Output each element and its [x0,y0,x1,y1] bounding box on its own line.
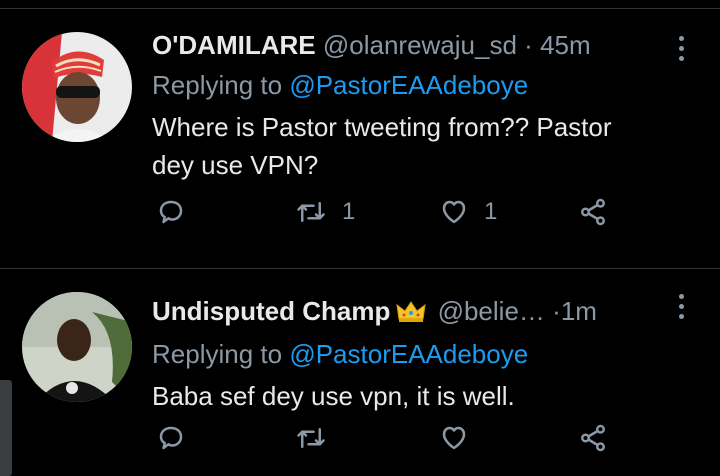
author-name[interactable]: Undisputed Champ [152,296,390,326]
like-button[interactable]: 1 [438,197,497,227]
author-handle[interactable]: @olanrewaju_sd [323,30,517,60]
tweet-header: O'DAMILARE @olanrewaju_sd · 45m [152,28,700,62]
retweet-count: 1 [342,198,356,225]
heart-icon [442,200,466,224]
tweet-text: Baba sef dey use vpn, it is well. [152,377,700,415]
heart-icon [442,426,466,450]
timestamp[interactable]: 45m [540,30,591,60]
share-button[interactable] [578,423,608,453]
share-button[interactable] [578,197,608,227]
tweet-content: O'DAMILARE @olanrewaju_sd · 45m Replying… [152,28,700,184]
avatar[interactable] [22,32,132,142]
retweet-icon [297,202,325,222]
tweet-text-line: dey use VPN? [152,150,319,180]
retweet-button[interactable]: 1 [294,197,355,227]
tweet-text: Where is Pastor tweeting from?? Pastor d… [152,108,700,184]
author-handle[interactable]: @belie… [438,296,545,326]
author-name[interactable]: O'DAMILARE [152,30,316,60]
replying-to-line: Replying to @PastorEAAdeboye [152,337,700,371]
separator-dot: · [524,30,533,60]
share-icon [581,424,605,452]
tweet[interactable]: O'DAMILARE @olanrewaju_sd · 45m Replying… [0,10,720,269]
avatar[interactable] [22,292,132,402]
retweet-button[interactable] [294,423,342,453]
scroll-handle[interactable] [0,380,12,476]
tweet[interactable]: Undisputed Champ @belie… ·1m Replying to… [0,270,720,476]
retweet-icon [297,428,325,448]
mention-link[interactable]: @PastorEAAdeboye [289,339,528,369]
timestamp[interactable]: 1m [561,296,597,326]
like-button[interactable] [438,423,484,453]
reply-icon [159,200,183,224]
tweet-text-line: Where is Pastor tweeting from?? Pastor [152,112,612,142]
replying-to-line: Replying to @PastorEAAdeboye [152,68,700,102]
tweet-text-line: Baba sef dey use vpn, it is well. [152,381,515,411]
reply-icon [159,426,183,450]
tweet-header: Undisputed Champ @belie… ·1m [152,294,700,331]
like-count: 1 [484,198,498,225]
reply-button[interactable] [156,197,186,227]
reply-button[interactable] [156,423,186,453]
replying-prefix: Replying to [152,339,283,369]
more-icon[interactable] [676,294,686,324]
mention-link[interactable]: @PastorEAAdeboye [289,70,528,100]
separator-dot: · [552,296,561,326]
replying-prefix: Replying to [152,70,283,100]
tweet-content: Undisputed Champ @belie… ·1m Replying to… [152,294,700,415]
top-divider [0,0,720,9]
share-icon [581,198,605,226]
crown-icon [396,297,427,331]
more-icon[interactable] [676,36,686,66]
